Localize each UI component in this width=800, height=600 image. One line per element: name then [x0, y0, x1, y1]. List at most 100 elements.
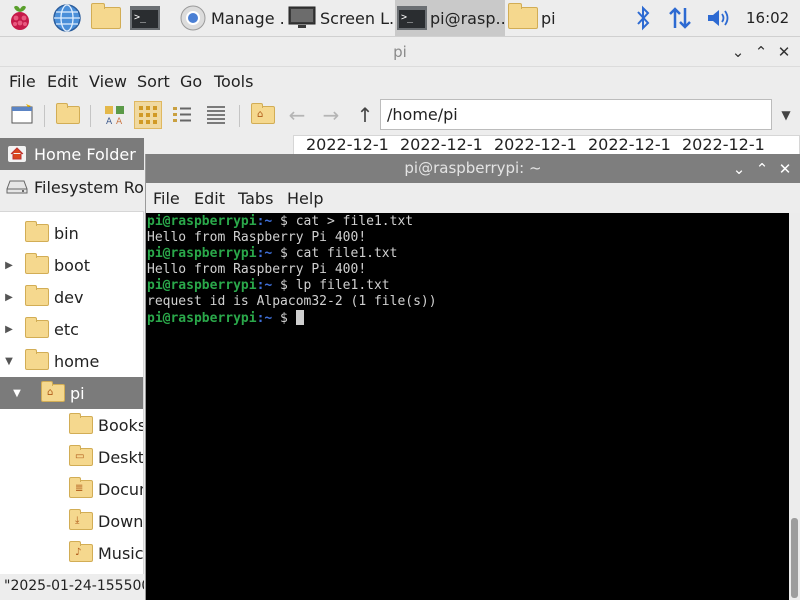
toolbar-separator: [239, 105, 240, 127]
svg-text:A: A: [106, 117, 113, 126]
network-arrows-icon[interactable]: [664, 0, 696, 36]
file-date-cell[interactable]: 2022-12-10-: [482, 136, 576, 154]
home-icon[interactable]: ⌂: [249, 101, 277, 129]
tree-node[interactable]: ▼ ⌂ pi: [0, 377, 143, 409]
tree-node-label: Bookshelf: [98, 415, 143, 435]
minimize-icon[interactable]: ⌄: [728, 42, 748, 62]
task-label: pi@rasp...: [430, 8, 505, 28]
file-list-header-strip: 2022-12-10- 2022-12-10- 2022-12-10- 2022…: [293, 135, 800, 155]
file-date-cell[interactable]: 2022-12-10-: [388, 136, 482, 154]
new-folder-icon[interactable]: [54, 101, 82, 129]
prompt-user: pi@raspberrypi: [147, 278, 257, 293]
tree-node[interactable]: ▶ boot: [0, 249, 143, 281]
output-text: request id is Alpacom32-2 (1 file(s)): [147, 294, 437, 309]
back-arrow-icon[interactable]: ←: [283, 101, 311, 129]
expanded-arrow-icon[interactable]: ▼: [12, 388, 22, 399]
tree-node[interactable]: ▶ dev: [0, 281, 143, 313]
task-file-manager[interactable]: pi: [506, 0, 614, 36]
drive-icon: [6, 177, 28, 197]
file-date-cell[interactable]: 2022-12-10-: [576, 136, 670, 154]
folder-icon: [508, 3, 538, 32]
collapsed-arrow-icon[interactable]: ▶: [4, 292, 14, 303]
terminal-line: pi@raspberrypi:~ $ lp file1.txt: [147, 278, 789, 294]
terminal-titlebar[interactable]: pi@raspberrypi: ~ ⌄ ⌃ ✕: [146, 154, 800, 183]
folder-icon: [68, 413, 94, 435]
monitor-icon: [287, 4, 317, 32]
toolbar: AA ⌂ ← → ↑ /home/pi ▼: [0, 97, 800, 135]
status-bar: "2025-01-24-155500: [4, 578, 144, 594]
expanded-arrow-icon[interactable]: ▼: [4, 356, 14, 367]
command-text: $ lp file1.txt: [272, 278, 390, 293]
tree-node-label: dev: [54, 287, 84, 307]
tree-node[interactable]: ▶ etc: [0, 313, 143, 345]
task-label: pi: [541, 8, 556, 28]
maximize-icon[interactable]: ⌃: [752, 159, 772, 179]
tree-node[interactable]: bin: [0, 217, 143, 249]
output-text: Hello from Raspberry Pi 400!: [147, 262, 367, 277]
raspberry-menu-icon[interactable]: [3, 2, 37, 34]
menu-tools[interactable]: Tools: [214, 72, 253, 91]
file-date-cell[interactable]: 2022-12-10-: [670, 136, 764, 154]
menu-help[interactable]: Help: [287, 189, 323, 208]
text-cursor: [295, 310, 304, 325]
tree-node-label: Documents: [98, 479, 143, 499]
scrollbar-thumb[interactable]: [791, 518, 798, 598]
place-filesystem-root[interactable]: Filesystem Root: [0, 171, 144, 203]
menu-go[interactable]: Go: [180, 72, 202, 91]
folder-icon: [24, 285, 50, 307]
home-icon: [6, 144, 28, 164]
tree-node[interactable]: ≣ Documents: [0, 473, 143, 505]
list-view-icon[interactable]: [202, 101, 230, 129]
menu-file[interactable]: File: [153, 189, 180, 208]
tree-node[interactable]: ▼ home: [0, 345, 143, 377]
task-screen[interactable]: Screen L...: [285, 0, 393, 36]
tree-node-label: bin: [54, 223, 79, 243]
forward-arrow-icon[interactable]: →: [317, 101, 345, 129]
menu-edit[interactable]: Edit: [47, 72, 78, 91]
icon-view-icon[interactable]: AA: [101, 101, 129, 129]
tree-node[interactable]: ⤓ Downloads: [0, 505, 143, 537]
terminal-scrollbar[interactable]: [789, 213, 800, 600]
file-manager-icon[interactable]: [89, 2, 123, 34]
thumbnail-view-icon[interactable]: [134, 101, 162, 129]
file-date-cell[interactable]: 2022-12-10-: [294, 136, 388, 154]
clock[interactable]: 16:02: [746, 9, 789, 27]
minimize-icon[interactable]: ⌄: [729, 159, 749, 179]
menu-tabs[interactable]: Tabs: [238, 189, 273, 208]
menu-edit[interactable]: Edit: [194, 189, 225, 208]
terminal-output[interactable]: pi@raspberrypi:~ $ cat > file1.txt Hello …: [146, 213, 789, 600]
web-browser-icon[interactable]: [50, 2, 84, 34]
window-titlebar[interactable]: pi ⌄ ⌃ ✕: [0, 37, 800, 67]
command-text: $ cat file1.txt: [272, 246, 398, 261]
task-terminal[interactable]: >_ pi@rasp...: [395, 0, 505, 36]
path-input[interactable]: /home/pi: [380, 99, 772, 130]
new-window-icon[interactable]: [8, 101, 36, 129]
menu-sort[interactable]: Sort: [137, 72, 170, 91]
chevron-down-icon[interactable]: ▼: [772, 99, 800, 130]
tree-node-label: Desktop: [98, 447, 144, 467]
menu-view[interactable]: View: [89, 72, 127, 91]
collapsed-arrow-icon[interactable]: ▶: [4, 324, 14, 335]
place-home-folder[interactable]: Home Folder: [0, 138, 144, 170]
tree-node[interactable]: ▭ Desktop: [0, 441, 144, 473]
maximize-icon[interactable]: ⌃: [751, 42, 771, 62]
collapsed-arrow-icon[interactable]: ▶: [4, 260, 14, 271]
folder-icon: [24, 317, 50, 339]
close-icon[interactable]: ✕: [774, 42, 794, 62]
command-text: $: [272, 311, 296, 326]
terminal-icon[interactable]: >_: [128, 2, 162, 34]
menu-file[interactable]: File: [9, 72, 36, 91]
prompt-user: pi@raspberrypi: [147, 246, 257, 261]
task-manage[interactable]: Manage ...: [176, 0, 284, 36]
svg-text:A: A: [116, 117, 123, 126]
compact-view-icon[interactable]: [168, 101, 196, 129]
close-icon[interactable]: ✕: [775, 159, 795, 179]
bluetooth-icon[interactable]: [628, 0, 658, 36]
tree-node[interactable]: Bookshelf: [0, 409, 143, 441]
terminal-line: Hello from Raspberry Pi 400!: [147, 230, 789, 246]
up-arrow-icon[interactable]: ↑: [351, 101, 379, 129]
tree-node[interactable]: ♪ Music: [0, 537, 143, 569]
folder-emblem-icon: ⌂: [47, 387, 54, 398]
folder-emblem-icon: ≣: [75, 483, 84, 494]
volume-icon[interactable]: [702, 0, 736, 36]
